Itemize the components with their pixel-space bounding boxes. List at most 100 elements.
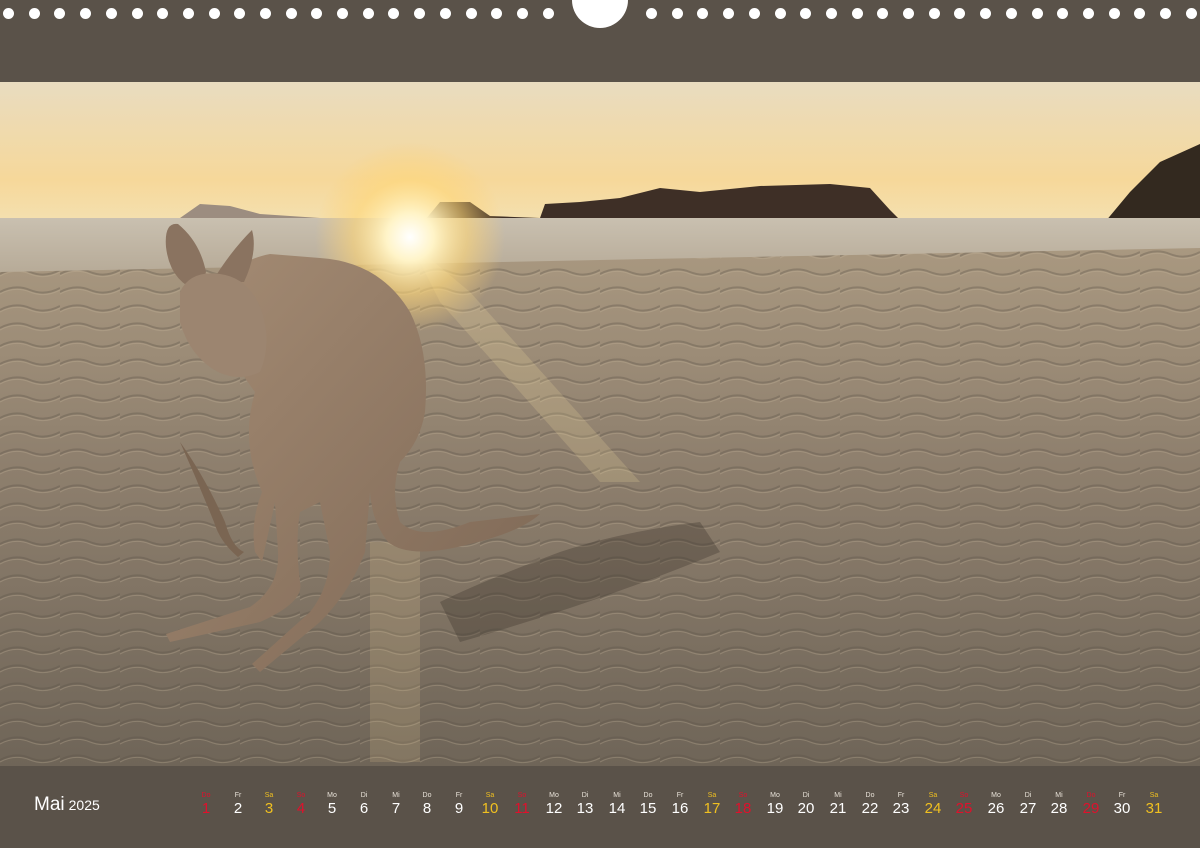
binding-hole xyxy=(980,8,991,19)
day-cell: Fr 23 xyxy=(886,792,916,818)
day-number: 29 xyxy=(1082,800,1100,817)
day-cell: Fr 9 xyxy=(444,792,474,818)
day-cell: Di 27 xyxy=(1013,792,1043,818)
binding-hole xyxy=(106,8,117,19)
binding-hole xyxy=(1083,8,1094,19)
day-number: 12 xyxy=(545,800,563,817)
day-number: 14 xyxy=(608,800,626,817)
day-cell: Mi 14 xyxy=(602,792,632,818)
day-cell: So 18 xyxy=(728,792,758,818)
binding-hole xyxy=(29,8,40,19)
day-cell: Do 15 xyxy=(633,792,663,818)
day-cell: Mo 19 xyxy=(760,792,790,818)
day-number: 17 xyxy=(703,800,721,817)
day-number: 26 xyxy=(987,800,1005,817)
day-number: 24 xyxy=(924,800,942,817)
day-weekday-label: Do xyxy=(1086,792,1096,799)
day-cell: Sa 17 xyxy=(697,792,727,818)
calendar-page: Mai 2025 Do 1 Fr 2 Sa 3 So 4 Mo 5 Di 6 Mi 7 Do 8 Fr 9 Sa 10 S… xyxy=(0,0,1200,848)
day-weekday-label: So xyxy=(517,792,527,799)
binding-hole xyxy=(800,8,811,19)
binding-hole xyxy=(749,8,760,19)
binding-hole xyxy=(388,8,399,19)
day-cell: Di 13 xyxy=(570,792,600,818)
binding-hole xyxy=(337,8,348,19)
day-number: 20 xyxy=(797,800,815,817)
day-cell: So 25 xyxy=(949,792,979,818)
day-cell: Mi 28 xyxy=(1044,792,1074,818)
day-number: 16 xyxy=(671,800,689,817)
binding-hole xyxy=(852,8,863,19)
binding-hole xyxy=(54,8,65,19)
day-number: 9 xyxy=(454,800,464,817)
binding-hole xyxy=(1032,8,1043,19)
binding-hole xyxy=(1006,8,1017,19)
calendar-photo xyxy=(0,82,1200,766)
day-number: 22 xyxy=(861,800,879,817)
day-cell: Mo 12 xyxy=(539,792,569,818)
day-weekday-label: Do xyxy=(643,792,653,799)
binding-hole xyxy=(954,8,965,19)
day-weekday-label: Mo xyxy=(327,792,337,799)
day-number: 21 xyxy=(829,800,847,817)
binding-hole xyxy=(903,8,914,19)
day-cell: Mi 21 xyxy=(823,792,853,818)
binding-hole xyxy=(672,8,683,19)
binding-hole xyxy=(697,8,708,19)
day-cell: Fr 16 xyxy=(665,792,695,818)
day-weekday-label: Di xyxy=(581,792,589,799)
day-number: 5 xyxy=(327,800,337,817)
binding-hole xyxy=(80,8,91,19)
binding-hole xyxy=(646,8,657,19)
binding-hole xyxy=(877,8,888,19)
binding-hole xyxy=(183,8,194,19)
day-number: 27 xyxy=(1019,800,1037,817)
day-weekday-label: Fr xyxy=(676,792,684,799)
day-number: 8 xyxy=(422,800,432,817)
day-number: 7 xyxy=(391,800,401,817)
binding-hole xyxy=(775,8,786,19)
day-cell: Di 20 xyxy=(791,792,821,818)
day-number: 3 xyxy=(264,800,274,817)
binding-hole xyxy=(234,8,245,19)
day-weekday-label: Fr xyxy=(234,792,242,799)
day-cell: Do 1 xyxy=(191,792,221,818)
day-number: 11 xyxy=(514,800,530,817)
binding-hole xyxy=(1186,8,1197,19)
day-weekday-label: Sa xyxy=(485,792,495,799)
day-weekday-label: Do xyxy=(422,792,432,799)
day-cell: Fr 30 xyxy=(1107,792,1137,818)
day-number: 4 xyxy=(296,800,306,817)
day-number: 2 xyxy=(233,800,243,817)
binding-hole xyxy=(311,8,322,19)
day-cell: Mo 26 xyxy=(981,792,1011,818)
day-cell: Fr 2 xyxy=(223,792,253,818)
day-weekday-label: Sa xyxy=(1149,792,1159,799)
binding-hole xyxy=(826,8,837,19)
kangaroo-beach-image xyxy=(0,82,1200,766)
day-number: 15 xyxy=(639,800,657,817)
day-number: 25 xyxy=(955,800,973,817)
month-title: Mai 2025 xyxy=(34,794,100,816)
day-weekday-label: Do xyxy=(865,792,875,799)
day-cell: Mo 5 xyxy=(317,792,347,818)
day-weekday-label: Mo xyxy=(991,792,1001,799)
binding-hole xyxy=(517,8,528,19)
day-weekday-label: Fr xyxy=(897,792,905,799)
day-number: 10 xyxy=(481,800,499,817)
day-cell: Di 6 xyxy=(349,792,379,818)
calendar-footer: Mai 2025 Do 1 Fr 2 Sa 3 So 4 Mo 5 Di 6 Mi 7 Do 8 Fr 9 Sa 10 S… xyxy=(0,766,1200,848)
binding-hole xyxy=(414,8,425,19)
day-cell: Do 29 xyxy=(1076,792,1106,818)
day-number: 18 xyxy=(734,800,752,817)
binding-hole xyxy=(466,8,477,19)
year-label: 2025 xyxy=(68,797,100,813)
binding-hole xyxy=(723,8,734,19)
binding-hole xyxy=(1134,8,1145,19)
day-cell: So 11 xyxy=(507,792,537,818)
binding-hole xyxy=(1160,8,1171,19)
binding-hole xyxy=(260,8,271,19)
day-weekday-label: So xyxy=(959,792,969,799)
hanger-cutout xyxy=(572,0,628,28)
binding-hole xyxy=(491,8,502,19)
